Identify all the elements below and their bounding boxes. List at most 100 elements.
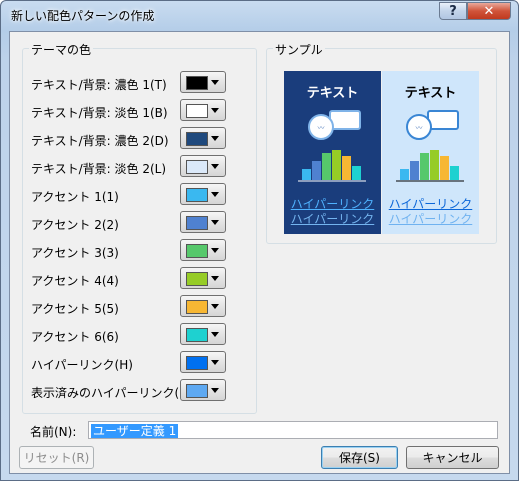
sample-bar <box>430 150 439 180</box>
theme-color-row: アクセント 4(4) <box>23 267 253 291</box>
save-button[interactable]: 保存(S) <box>321 446 398 469</box>
sample-group: サンプル テキスト 〰 ハイパーリンク ハイパーリンク テキスト 〰 ハイパーリ… <box>266 41 497 244</box>
dropdown-arrow-icon <box>211 276 219 281</box>
sample-bar <box>352 166 361 180</box>
sample-preview: テキスト 〰 ハイパーリンク ハイパーリンク テキスト 〰 ハイパーリンク ハイ… <box>284 71 479 234</box>
dropdown-arrow-icon <box>211 80 219 85</box>
color-swatch <box>186 384 208 398</box>
sample-light-chart <box>396 150 464 182</box>
sample-dark-chart <box>298 150 366 182</box>
color-swatch <box>186 244 208 258</box>
dropdown-arrow-icon <box>211 164 219 169</box>
sample-bar <box>302 169 311 180</box>
dropdown-arrow-icon <box>211 136 219 141</box>
sample-light-visited-hyperlink[interactable]: ハイパーリンク <box>382 210 479 227</box>
dialog-client: テーマの色 テキスト/背景: 濃色 1(T) テキスト/背景: 淡色 1(B) テキ… <box>9 31 510 474</box>
color-picker-button[interactable] <box>180 267 226 289</box>
theme-color-label: ハイパーリンク(H) <box>31 358 133 372</box>
theme-color-row: テキスト/背景: 淡色 2(L) <box>23 155 253 179</box>
sample-dark-visited-hyperlink[interactable]: ハイパーリンク <box>284 210 381 227</box>
color-picker-button[interactable] <box>180 71 226 93</box>
color-picker-button[interactable] <box>180 323 226 345</box>
color-swatch <box>186 216 208 230</box>
color-swatch <box>186 160 208 174</box>
theme-color-label: テキスト/背景: 淡色 2(L) <box>31 162 167 176</box>
name-label: 名前(N): <box>30 425 77 439</box>
name-field[interactable]: ユーザー定義 1 <box>88 421 498 439</box>
theme-color-label: テキスト/背景: 濃色 1(T) <box>31 78 167 92</box>
sample-dark-pane: テキスト 〰 ハイパーリンク ハイパーリンク <box>284 71 381 234</box>
sample-light-shapes-icon: 〰 <box>406 110 459 140</box>
color-swatch <box>186 76 208 90</box>
color-picker-button[interactable] <box>180 155 226 177</box>
dropdown-arrow-icon <box>211 360 219 365</box>
sample-bar <box>440 156 449 180</box>
svg-text:〰: 〰 <box>318 124 325 132</box>
dropdown-arrow-icon <box>211 220 219 225</box>
dialog-window: 新しい配色パターンの作成 ? ✕ テーマの色 テキスト/背景: 濃色 1(T) テ… <box>0 0 519 481</box>
window-title: 新しい配色パターンの作成 <box>11 9 155 23</box>
color-swatch <box>186 356 208 370</box>
reset-button[interactable]: リセット(R) <box>19 446 94 469</box>
sample-dark-heading: テキスト <box>306 86 359 101</box>
sample-bar <box>322 153 331 180</box>
theme-color-label: アクセント 1(1) <box>31 190 119 204</box>
title-bar[interactable]: 新しい配色パターンの作成 ? ✕ <box>1 1 518 31</box>
theme-color-label: アクセント 6(6) <box>31 330 119 344</box>
theme-color-row: アクセント 1(1) <box>23 183 253 207</box>
color-swatch <box>186 132 208 146</box>
theme-color-label: テキスト/背景: 濃色 2(D) <box>31 134 169 148</box>
theme-color-row: テキスト/背景: 濃色 1(T) <box>23 71 253 95</box>
color-swatch <box>186 104 208 118</box>
theme-color-row: ハイパーリンク(H) <box>23 351 253 375</box>
dropdown-arrow-icon <box>211 332 219 337</box>
color-picker-button[interactable] <box>180 211 226 233</box>
theme-color-row: アクセント 2(2) <box>23 211 253 235</box>
sample-bar <box>312 161 321 180</box>
color-picker-button[interactable] <box>180 127 226 149</box>
theme-color-label: アクセント 4(4) <box>31 274 119 288</box>
dropdown-arrow-icon <box>211 388 219 393</box>
color-picker-button[interactable] <box>180 99 226 121</box>
theme-color-row: テキスト/背景: 淡色 1(B) <box>23 99 253 123</box>
help-button[interactable]: ? <box>439 2 467 20</box>
theme-color-label: アクセント 2(2) <box>31 218 119 232</box>
color-picker-button[interactable] <box>180 239 226 261</box>
dropdown-arrow-icon <box>211 304 219 309</box>
theme-color-row: アクセント 5(5) <box>23 295 253 319</box>
cancel-button[interactable]: キャンセル <box>406 446 499 469</box>
theme-colors-group: テーマの色 テキスト/背景: 濃色 1(T) テキスト/背景: 淡色 1(B) テキ… <box>22 41 257 414</box>
sample-bar <box>342 156 351 180</box>
close-button[interactable]: ✕ <box>467 2 511 20</box>
svg-text:〰: 〰 <box>416 124 423 132</box>
color-picker-button[interactable] <box>180 295 226 317</box>
sample-bar <box>420 153 429 180</box>
theme-color-label: 表示済みのハイパーリンク(F) <box>31 386 191 400</box>
theme-color-label: アクセント 5(5) <box>31 302 119 316</box>
sample-bar <box>332 150 341 180</box>
sample-light-heading: テキスト <box>404 86 457 101</box>
theme-color-row: アクセント 3(3) <box>23 239 253 263</box>
name-value[interactable]: ユーザー定義 1 <box>91 424 179 438</box>
theme-color-label: アクセント 3(3) <box>31 246 119 260</box>
sample-bar <box>400 169 409 180</box>
color-swatch <box>186 328 208 342</box>
color-swatch <box>186 300 208 314</box>
dropdown-arrow-icon <box>211 192 219 197</box>
sample-dark-shapes-icon: 〰 <box>308 110 361 140</box>
theme-color-label: テキスト/背景: 淡色 1(B) <box>31 106 168 120</box>
dropdown-arrow-icon <box>211 108 219 113</box>
theme-colors-title: テーマの色 <box>29 41 94 58</box>
color-picker-button[interactable] <box>180 183 226 205</box>
color-swatch <box>186 272 208 286</box>
sample-light-pane: テキスト 〰 ハイパーリンク ハイパーリンク <box>382 71 479 234</box>
theme-color-row: 表示済みのハイパーリンク(F) <box>23 379 253 403</box>
color-picker-button[interactable] <box>180 379 226 401</box>
sample-bar <box>450 166 459 180</box>
sample-title: サンプル <box>273 41 325 58</box>
color-picker-button[interactable] <box>180 351 226 373</box>
color-swatch <box>186 188 208 202</box>
dropdown-arrow-icon <box>211 248 219 253</box>
theme-color-row: アクセント 6(6) <box>23 323 253 347</box>
sample-bar <box>410 161 419 180</box>
